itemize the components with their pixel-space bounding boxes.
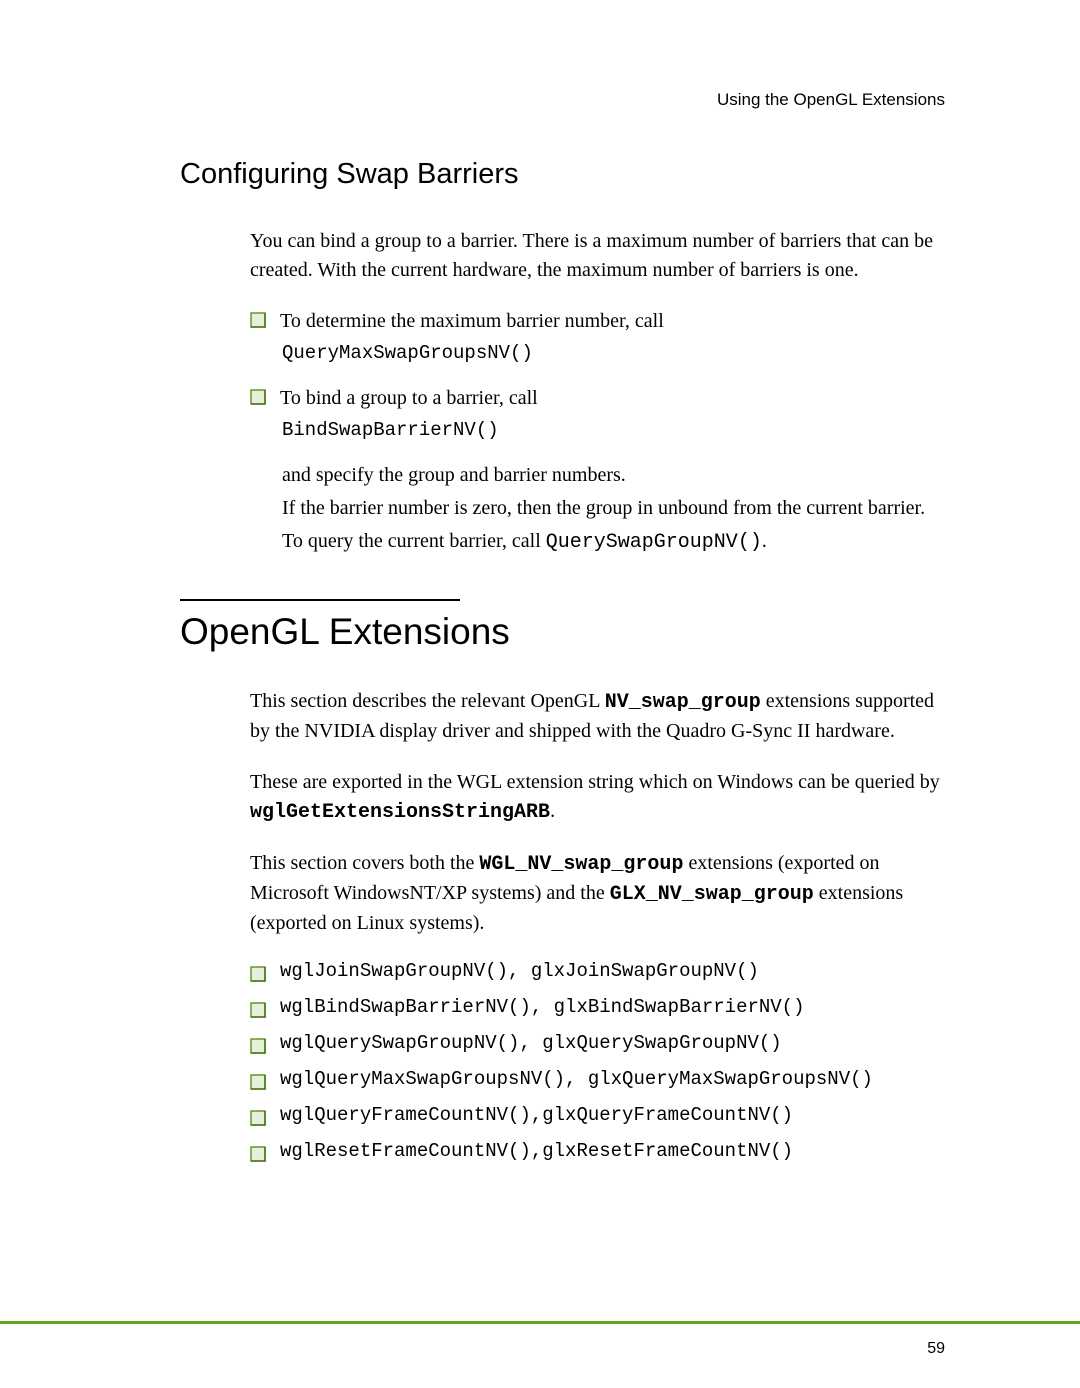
inline-code-bold: wglGetExtensionsStringARB bbox=[250, 801, 550, 824]
paragraph: These are exported in the WGL extension … bbox=[250, 768, 945, 827]
list-item-text: wglQuerySwapGroupNV(), glxQuerySwapGroup… bbox=[280, 1032, 782, 1054]
text-fragment: . bbox=[762, 530, 767, 552]
section2-body: This section describes the relevant Open… bbox=[250, 687, 945, 1162]
list-item: wglResetFrameCountNV(),glxResetFrameCoun… bbox=[250, 1140, 945, 1162]
code-line: QueryMaxSwapGroupsNV() bbox=[282, 342, 945, 364]
square-bullet-icon bbox=[250, 1146, 266, 1162]
bullet-item: To bind a group to a barrier, call bbox=[250, 384, 945, 413]
list-item: wglQueryFrameCountNV(),glxQueryFrameCoun… bbox=[250, 1104, 945, 1126]
square-bullet-icon bbox=[250, 389, 266, 405]
list-item: wglQuerySwapGroupNV(), glxQuerySwapGroup… bbox=[250, 1032, 945, 1054]
square-bullet-icon bbox=[250, 1074, 266, 1090]
intro-paragraph: You can bind a group to a barrier. There… bbox=[250, 227, 945, 285]
after-bullet-text: and specify the group and barrier number… bbox=[282, 461, 945, 490]
list-item-text: wglQueryMaxSwapGroupsNV(), glxQueryMaxSw… bbox=[280, 1068, 873, 1090]
list-item-text: wglBindSwapBarrierNV(), glxBindSwapBarri… bbox=[280, 996, 805, 1018]
inline-code-bold: WGL_NV_swap_group bbox=[479, 853, 683, 876]
section1-body: You can bind a group to a barrier. There… bbox=[250, 227, 945, 557]
list-item: wglQueryMaxSwapGroupsNV(), glxQueryMaxSw… bbox=[250, 1068, 945, 1090]
square-bullet-icon bbox=[250, 1110, 266, 1126]
page: Using the OpenGL Extensions Configuring … bbox=[0, 0, 1080, 1388]
text-fragment: . bbox=[550, 800, 555, 822]
inline-code-bold: NV_swap_group bbox=[605, 691, 761, 714]
extension-list: wglJoinSwapGroupNV(), glxJoinSwapGroupNV… bbox=[250, 960, 945, 1162]
section-heading-configuring: Configuring Swap Barriers bbox=[180, 158, 945, 191]
list-item-text: wglResetFrameCountNV(),glxResetFrameCoun… bbox=[280, 1140, 793, 1162]
list-item-text: wglJoinSwapGroupNV(), glxJoinSwapGroupNV… bbox=[280, 960, 759, 982]
list-item-text: wglQueryFrameCountNV(),glxQueryFrameCoun… bbox=[280, 1104, 793, 1126]
inline-code-bold: GLX_NV_swap_group bbox=[610, 883, 814, 906]
heading-rule bbox=[180, 599, 460, 601]
text-fragment: To query the current barrier, call bbox=[282, 530, 546, 552]
inline-code: QuerySwapGroupNV() bbox=[546, 531, 762, 554]
code-line: BindSwapBarrierNV() bbox=[282, 419, 945, 441]
bullet-item: To determine the maximum barrier number,… bbox=[250, 307, 945, 336]
text-fragment: This section describes the relevant Open… bbox=[250, 690, 605, 712]
square-bullet-icon bbox=[250, 966, 266, 982]
text-fragment: These are exported in the WGL extension … bbox=[250, 771, 940, 793]
list-item: wglJoinSwapGroupNV(), glxJoinSwapGroupNV… bbox=[250, 960, 945, 982]
bullet-text: To bind a group to a barrier, call bbox=[280, 384, 538, 413]
running-header: Using the OpenGL Extensions bbox=[180, 90, 945, 110]
square-bullet-icon bbox=[250, 1038, 266, 1054]
square-bullet-icon bbox=[250, 312, 266, 328]
bullet-text: To determine the maximum barrier number,… bbox=[280, 307, 664, 336]
after-bullet-text: To query the current barrier, call Query… bbox=[282, 527, 945, 557]
after-bullet-text: If the barrier number is zero, then the … bbox=[282, 494, 945, 523]
square-bullet-icon bbox=[250, 1002, 266, 1018]
list-item: wglBindSwapBarrierNV(), glxBindSwapBarri… bbox=[250, 996, 945, 1018]
text-fragment: This section covers both the bbox=[250, 852, 479, 874]
section-heading-opengl-extensions: OpenGL Extensions bbox=[180, 611, 945, 653]
paragraph: This section covers both the WGL_NV_swap… bbox=[250, 849, 945, 938]
paragraph: This section describes the relevant Open… bbox=[250, 687, 945, 746]
footer-rule bbox=[0, 1321, 1080, 1324]
page-number: 59 bbox=[927, 1340, 945, 1358]
